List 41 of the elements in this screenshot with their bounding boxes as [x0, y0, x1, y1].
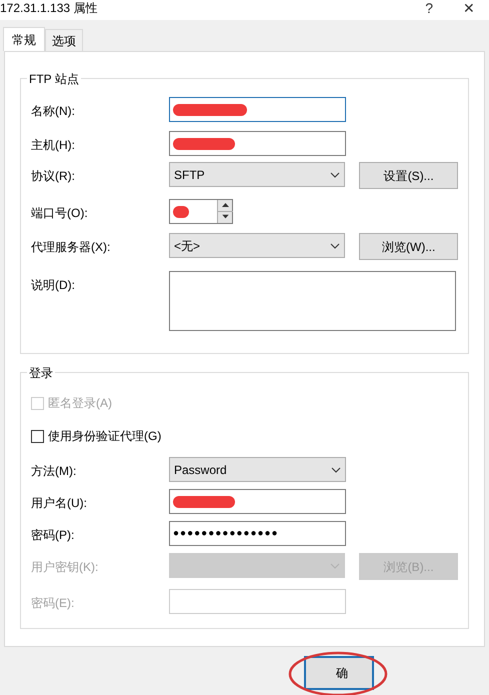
help-button[interactable]: ? [425, 1, 433, 15]
tab[interactable]: 常规 [3, 27, 45, 51]
redaction-mark [173, 496, 235, 508]
text-field[interactable] [169, 489, 346, 514]
spin-arrows-icon[interactable] [217, 200, 232, 223]
redaction-mark [173, 206, 189, 218]
field-label: 说明(D): [31, 277, 76, 294]
caret-icon [330, 242, 340, 248]
text-field[interactable]: ●●●●●●●●●●●●●●● [169, 521, 346, 546]
tab[interactable]: 选项 [45, 29, 83, 51]
field-label: 密码(P): [31, 527, 76, 544]
redaction-mark [173, 138, 235, 150]
caret-icon [330, 562, 340, 568]
checkbox[interactable] [31, 430, 44, 442]
group-title: FTP 站点 [27, 70, 81, 88]
browse-button[interactable]: 浏览(W)... [359, 233, 458, 260]
field-label: 用户名(U): [31, 495, 88, 512]
dropdown[interactable]: Password [169, 457, 346, 482]
window-title: 172.31.1.133 属性 [0, 1, 98, 15]
dropdown[interactable]: <无> [169, 233, 346, 258]
port-spinner[interactable] [169, 199, 233, 224]
caret-icon [331, 466, 341, 472]
close-button[interactable]: ✕ [463, 1, 475, 15]
password-dots: ●●●●●●●●●●●●●●● [173, 527, 279, 541]
ok-button[interactable]: 确 [304, 656, 374, 690]
field-label: 名称(N): [31, 103, 76, 120]
field-label: 主机(H): [31, 137, 76, 154]
text-field[interactable] [169, 131, 346, 156]
description-field[interactable] [169, 271, 456, 331]
browse-button[interactable]: 设置(S)... [359, 162, 458, 189]
text-field[interactable] [169, 97, 346, 122]
checkbox-label: 使用身份验证代理(G) [48, 428, 162, 445]
field-label: 用户密钥(K): [31, 559, 100, 576]
field-label: 代理服务器(X): [31, 239, 112, 256]
field-label: 端口号(O): [31, 205, 89, 222]
field-label: 方法(M): [31, 463, 78, 480]
dropdown[interactable]: SFTP [169, 162, 346, 187]
caret-icon [330, 172, 340, 178]
field-label: 协议(R): [31, 168, 76, 185]
field-label: 密码(E): [31, 595, 76, 612]
checkbox-label: 匿名登录(A) [48, 395, 112, 412]
